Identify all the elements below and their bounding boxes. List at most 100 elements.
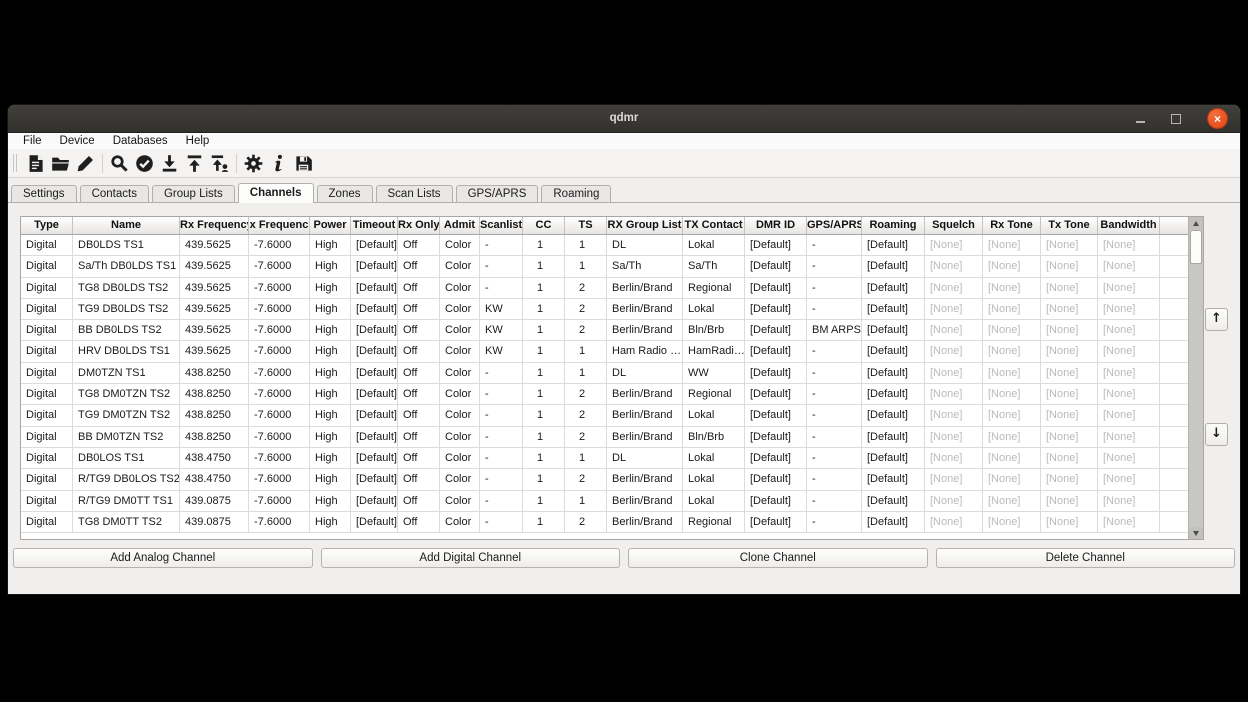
table-cell[interactable]: Off: [398, 491, 440, 511]
table-cell[interactable]: DL: [607, 448, 683, 468]
table-row[interactable]: DigitalBB DM0TZN TS2438.8250-7.6000High[…: [21, 427, 1189, 448]
table-cell[interactable]: [None]: [1098, 256, 1160, 276]
table-cell[interactable]: [None]: [925, 448, 983, 468]
table-cell[interactable]: -: [807, 427, 862, 447]
col-header-cc[interactable]: CC: [523, 217, 565, 234]
table-cell[interactable]: [Default]: [351, 256, 398, 276]
col-header-timeout[interactable]: Timeout: [351, 217, 398, 234]
table-cell[interactable]: 1: [523, 299, 565, 319]
table-cell[interactable]: [None]: [925, 278, 983, 298]
table-cell[interactable]: Off: [398, 278, 440, 298]
table-cell[interactable]: Color: [440, 405, 480, 425]
tab-roaming[interactable]: Roaming: [541, 185, 611, 202]
table-cell[interactable]: Lokal: [683, 448, 745, 468]
table-cell[interactable]: -: [807, 256, 862, 276]
table-cell[interactable]: Color: [440, 256, 480, 276]
table-cell[interactable]: 1: [523, 363, 565, 383]
table-cell[interactable]: HRV DB0LDS TS1: [73, 341, 180, 361]
table-cell[interactable]: Digital: [21, 278, 73, 298]
table-cell[interactable]: Color: [440, 278, 480, 298]
add-digital-channel-button[interactable]: Add Digital Channel: [321, 548, 621, 568]
table-cell[interactable]: Digital: [21, 363, 73, 383]
table-cell[interactable]: 439.5625: [180, 320, 249, 340]
table-cell[interactable]: [Default]: [862, 235, 925, 255]
table-cell[interactable]: 438.8250: [180, 384, 249, 404]
table-cell[interactable]: -7.6000: [249, 405, 310, 425]
table-cell[interactable]: [Default]: [745, 299, 807, 319]
table-cell[interactable]: [None]: [983, 320, 1041, 340]
table-cell[interactable]: Off: [398, 448, 440, 468]
table-cell[interactable]: [None]: [925, 512, 983, 532]
table-cell[interactable]: -: [807, 299, 862, 319]
table-cell[interactable]: [Default]: [862, 491, 925, 511]
table-cell[interactable]: Off: [398, 299, 440, 319]
table-cell[interactable]: [Default]: [745, 341, 807, 361]
table-row[interactable]: DigitalTG9 DB0LDS TS2439.5625-7.6000High…: [21, 299, 1189, 320]
table-cell[interactable]: 1: [523, 320, 565, 340]
table-cell[interactable]: [None]: [925, 405, 983, 425]
table-cell[interactable]: Digital: [21, 384, 73, 404]
table-cell[interactable]: 1: [565, 341, 607, 361]
table-cell[interactable]: Digital: [21, 299, 73, 319]
table-cell[interactable]: -: [480, 512, 523, 532]
table-cell[interactable]: [None]: [925, 491, 983, 511]
table-cell[interactable]: -7.6000: [249, 448, 310, 468]
table-cell[interactable]: [None]: [1041, 384, 1098, 404]
table-cell[interactable]: [None]: [1098, 363, 1160, 383]
table-cell[interactable]: [Default]: [745, 235, 807, 255]
table-cell[interactable]: 438.4750: [180, 448, 249, 468]
menu-item-databases[interactable]: Databases: [104, 133, 177, 149]
table-cell[interactable]: High: [310, 384, 351, 404]
table-cell[interactable]: [None]: [1098, 469, 1160, 489]
table-cell[interactable]: 2: [565, 405, 607, 425]
table-cell[interactable]: [None]: [1098, 491, 1160, 511]
settings-icon[interactable]: [242, 152, 265, 175]
table-cell[interactable]: -: [480, 405, 523, 425]
table-cell[interactable]: -: [807, 235, 862, 255]
table-cell[interactable]: 1: [523, 512, 565, 532]
table-cell[interactable]: WW: [683, 363, 745, 383]
table-cell[interactable]: [Default]: [862, 469, 925, 489]
tab-scan-lists[interactable]: Scan Lists: [376, 185, 453, 202]
table-row[interactable]: DigitalHRV DB0LDS TS1439.5625-7.6000High…: [21, 341, 1189, 362]
table-cell[interactable]: High: [310, 427, 351, 447]
verify-codeplug-icon[interactable]: [133, 152, 156, 175]
table-cell[interactable]: [Default]: [745, 491, 807, 511]
table-cell[interactable]: -7.6000: [249, 469, 310, 489]
col-header-rx-only[interactable]: Rx Only: [398, 217, 440, 234]
new-codeplug-icon[interactable]: [24, 152, 47, 175]
table-cell[interactable]: Ham Radio …: [607, 341, 683, 361]
table-cell[interactable]: 2: [565, 427, 607, 447]
col-header-rx-group-list[interactable]: RX Group List: [607, 217, 683, 234]
open-codeplug-icon[interactable]: [49, 152, 72, 175]
delete-channel-button[interactable]: Delete Channel: [936, 548, 1236, 568]
tab-zones[interactable]: Zones: [317, 185, 373, 202]
table-cell[interactable]: [Default]: [745, 469, 807, 489]
table-cell[interactable]: 1: [523, 384, 565, 404]
table-cell[interactable]: Sa/Th: [683, 256, 745, 276]
add-analog-channel-button[interactable]: Add Analog Channel: [13, 548, 313, 568]
table-cell[interactable]: Berlin/Brand: [607, 405, 683, 425]
table-cell[interactable]: [Default]: [351, 427, 398, 447]
table-cell[interactable]: BB DB0LDS TS2: [73, 320, 180, 340]
table-cell[interactable]: 1: [523, 235, 565, 255]
table-cell[interactable]: -: [807, 405, 862, 425]
table-cell[interactable]: [Default]: [745, 384, 807, 404]
minimize-icon[interactable]: [1136, 121, 1145, 123]
table-cell[interactable]: [None]: [925, 363, 983, 383]
table-cell[interactable]: HamRadi…: [683, 341, 745, 361]
tab-settings[interactable]: Settings: [11, 185, 77, 202]
table-cell[interactable]: Color: [440, 341, 480, 361]
table-cell[interactable]: [Default]: [862, 427, 925, 447]
table-row[interactable]: DigitalSa/Th DB0LDS TS1439.5625-7.6000Hi…: [21, 256, 1189, 277]
table-cell[interactable]: Color: [440, 491, 480, 511]
table-cell[interactable]: [None]: [1098, 278, 1160, 298]
table-cell[interactable]: [Default]: [862, 341, 925, 361]
table-cell[interactable]: 438.8250: [180, 363, 249, 383]
table-cell[interactable]: High: [310, 512, 351, 532]
table-cell[interactable]: -7.6000: [249, 512, 310, 532]
table-cell[interactable]: [Default]: [351, 320, 398, 340]
table-row[interactable]: DigitalTG8 DM0TT TS2439.0875-7.6000High[…: [21, 512, 1189, 533]
scrollbar-thumb[interactable]: [1190, 230, 1202, 264]
table-cell[interactable]: 1: [565, 363, 607, 383]
